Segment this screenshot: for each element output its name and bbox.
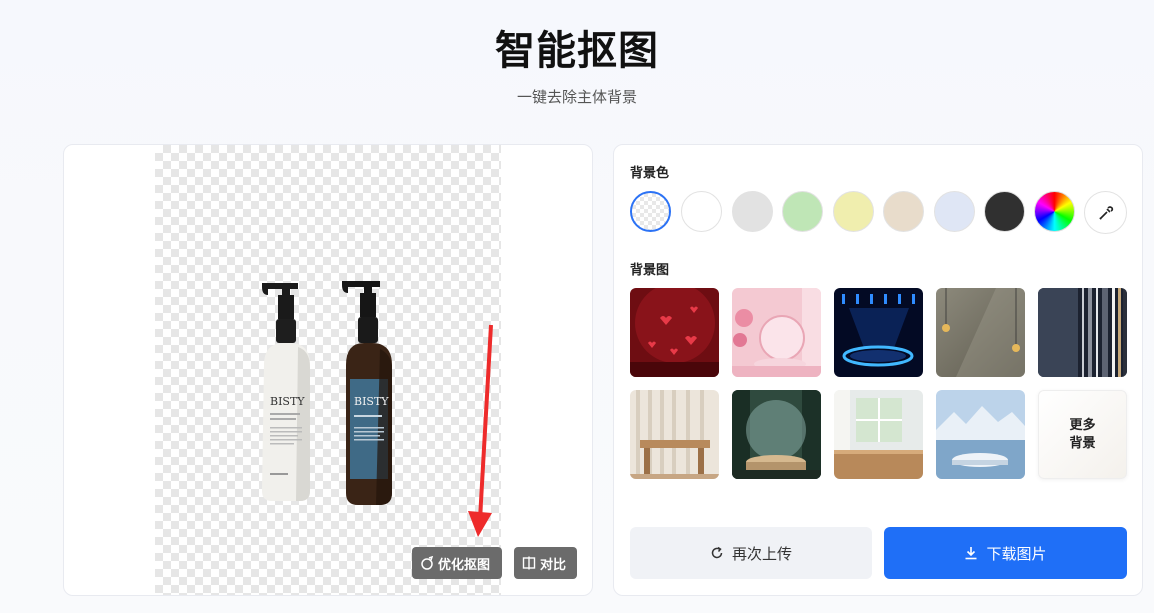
bg-thumb-red-hearts[interactable] (630, 288, 719, 377)
swatch-dark[interactable] (984, 191, 1025, 232)
eyedropper-button[interactable] (1084, 191, 1127, 234)
page-subtitle: 一键去除主体背景 (516, 88, 637, 106)
white-bottle-label: BISTY (270, 395, 305, 408)
swatch-custom-color[interactable] (1034, 191, 1075, 232)
swatch-light-green[interactable] (782, 191, 823, 232)
bg-thumb-pink-arch[interactable] (732, 288, 821, 377)
refresh-icon (711, 546, 723, 559)
download-button[interactable]: 下载图片 (884, 527, 1127, 579)
amber-bottle-label: BISTY (354, 395, 389, 408)
reupload-button[interactable]: 再次上传 (630, 527, 872, 579)
swatch-beige[interactable] (883, 191, 924, 232)
eyedropper-icon (1098, 205, 1113, 220)
refine-icon (421, 556, 434, 570)
bg-image-heading: 背景图 (630, 263, 670, 278)
swatch-white[interactable] (681, 191, 722, 232)
more-backgrounds-button[interactable]: 更多 背景 (1038, 390, 1127, 479)
compare-label: 对比 (540, 557, 567, 573)
swatch-light-gray[interactable] (732, 191, 773, 232)
bg-thumb-blue-stage[interactable] (834, 288, 923, 377)
bg-thumb-window-wooden-table[interactable] (834, 390, 923, 479)
product-image: BISTY BISTY (262, 281, 392, 505)
refine-cutout-button[interactable]: 优化抠图 (412, 547, 502, 579)
preview-panel: BISTY BISTY 优化抠图 对比 (63, 144, 593, 596)
compare-button[interactable]: 对比 (514, 547, 577, 579)
bg-thumb-curtain-wooden-table[interactable] (630, 390, 719, 479)
controls-panel: 背景色 背景图 更多 背景 再次上传 下载图片 (613, 144, 1143, 596)
bg-thumb-dark-stripes[interactable] (1038, 288, 1127, 377)
download-label: 下载图片 (986, 544, 1047, 563)
bg-thumb-forest-mist-podium[interactable] (732, 390, 821, 479)
reupload-label: 再次上传 (731, 544, 792, 563)
refine-cutout-label: 优化抠图 (438, 557, 491, 573)
download-icon (965, 547, 977, 560)
annotation-arrow (468, 324, 493, 537)
bg-thumb-olive-wall-lamps[interactable] (936, 288, 1025, 377)
swatch-light-blue[interactable] (934, 191, 975, 232)
page-title: 智能抠图 (495, 28, 659, 74)
bg-thumb-snow-mountain-lake[interactable] (936, 390, 1025, 479)
swatch-transparent[interactable] (630, 191, 671, 232)
bg-color-heading: 背景色 (630, 166, 670, 181)
swatch-light-yellow[interactable] (833, 191, 874, 232)
amber-bottle: BISTY (342, 281, 392, 505)
white-bottle: BISTY (262, 283, 310, 501)
compare-icon (522, 556, 536, 570)
